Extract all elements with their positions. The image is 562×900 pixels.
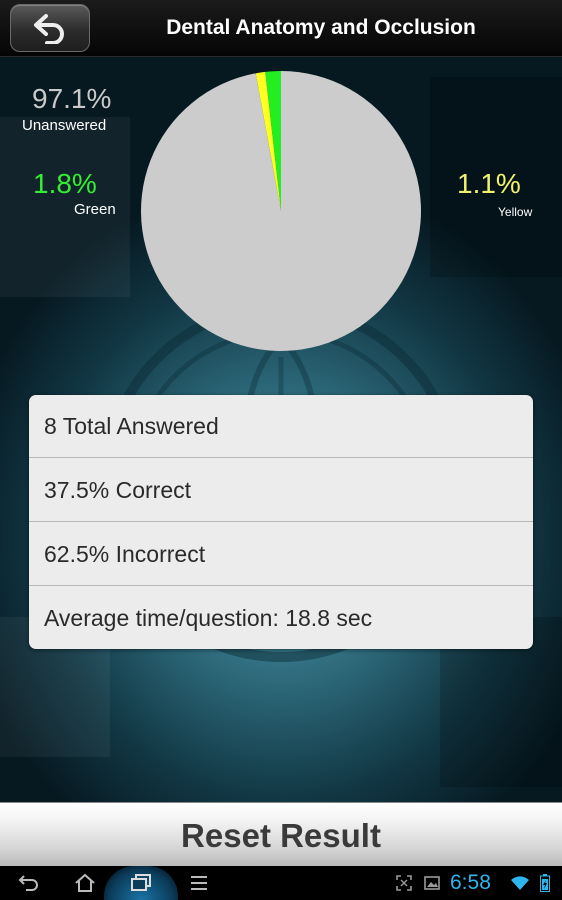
pie-slice-unanswered	[141, 71, 421, 351]
yellow-label: Yellow	[498, 205, 533, 219]
back-icon[interactable]	[10, 866, 48, 900]
home-icon[interactable]	[66, 866, 104, 900]
reset-result-button[interactable]: Reset Result	[0, 802, 562, 867]
stat-average-time: Average time/question: 18.8 sec	[44, 605, 373, 631]
stat-correct: 37.5% Correct	[29, 459, 533, 522]
screenshot-icon	[392, 866, 416, 900]
unanswered-percent: 97.1%	[32, 83, 112, 114]
title-bar: Dental Anatomy and Occlusion	[0, 0, 562, 57]
green-percent: 1.8%	[33, 168, 97, 199]
app-screen: Dental Anatomy and Occlusion 97.1% Unans…	[0, 0, 562, 900]
system-navigation-bar: 6:58	[0, 866, 562, 900]
stats-card: 8 Total Answered 37.5% Correct 62.5% Inc…	[29, 395, 533, 649]
gallery-icon	[420, 866, 444, 900]
results-pie-chart	[141, 71, 421, 351]
stat-incorrect: 62.5% Incorrect	[29, 523, 533, 586]
menu-icon[interactable]	[180, 866, 218, 900]
wifi-icon	[508, 866, 532, 900]
battery-icon	[536, 866, 554, 900]
green-label: Green	[74, 201, 116, 218]
yellow-percent: 1.1%	[457, 168, 521, 199]
content-area: 97.1% Unanswered 1.8% Green 1.1% Yellow …	[0, 57, 562, 802]
status-clock: 6:58	[450, 871, 491, 894]
stat-total-answered: 8 Total Answered	[29, 395, 533, 458]
back-button[interactable]	[10, 4, 90, 52]
reset-result-label: Reset Result	[181, 817, 381, 854]
recent-apps-icon[interactable]	[104, 866, 178, 900]
back-arrow-icon	[34, 14, 64, 44]
unanswered-label: Unanswered	[22, 117, 107, 134]
page-title: Dental Anatomy and Occlusion	[166, 16, 476, 39]
